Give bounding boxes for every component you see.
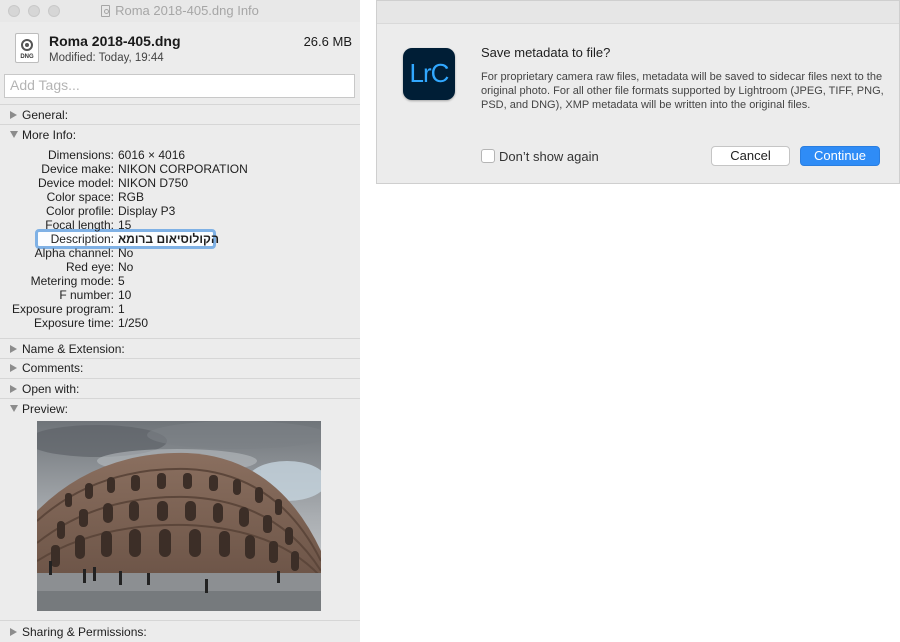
disclosure-triangle-icon[interactable] (10, 385, 17, 393)
info-row-f-number: F number: 10 (59, 288, 132, 302)
disclosure-triangle-icon[interactable] (10, 111, 17, 119)
modified-date: Modified: Today, 19:44 (49, 52, 164, 64)
info-row-device-model: Device model: NIKON D750 (37, 176, 189, 190)
dialog-title: Save metadata to file? (481, 45, 611, 60)
window-title: Roma 2018-405.dng Info (0, 3, 360, 18)
dont-show-again-label[interactable]: Don’t show again (499, 149, 599, 164)
info-row-exposure-time: Exposure time: 1/250 (33, 316, 149, 330)
document-icon (101, 5, 111, 17)
info-row-color-space: Color space: RGB (46, 190, 145, 204)
disclosure-triangle-open-icon[interactable] (10, 405, 18, 412)
save-metadata-dialog: LrC Save metadata to file? For proprieta… (376, 0, 900, 184)
disclosure-triangle-open-icon[interactable] (10, 131, 18, 138)
section-open-with[interactable]: Open with: (0, 378, 360, 399)
title-bar: Roma 2018-405.dng Info (0, 0, 360, 22)
section-preview-header[interactable]: Preview: (10, 402, 68, 416)
dont-show-again-checkbox[interactable] (481, 149, 495, 163)
info-row-alpha-channel: Alpha channel: No (34, 246, 134, 260)
disclosure-triangle-icon[interactable] (10, 345, 17, 353)
file-extension-label: DNG (20, 54, 34, 60)
section-more-info-header[interactable]: More Info: (10, 128, 76, 142)
section-general-header[interactable]: General: (10, 108, 68, 122)
description-field[interactable]: הקולוסיאום ברומא (118, 232, 219, 246)
info-row-metering-mode: Metering mode: 5 (30, 274, 125, 288)
colosseum-photo (37, 421, 321, 611)
section-name-extension-header[interactable]: Name & Extension: (10, 342, 125, 356)
info-row-focal-length: Focal length: 15 (45, 218, 132, 232)
info-row-dimensions: Dimensions: 6016 × 4016 (47, 148, 186, 162)
dng-file-icon: DNG (15, 33, 39, 63)
dialog-message: For proprietary camera raw files, metada… (481, 71, 884, 111)
section-general[interactable]: General: (0, 104, 360, 125)
file-size: 26.6 MB (303, 34, 352, 49)
section-comments[interactable]: Comments: (0, 358, 360, 379)
info-row-description: Description: הקולוסיאום ברומא (50, 232, 219, 246)
section-sharing-permissions[interactable]: Sharing & Permissions: (0, 620, 360, 642)
lightroom-classic-app-icon: LrC (403, 48, 455, 100)
file-name: Roma 2018-405.dng (49, 33, 181, 49)
tags-input[interactable]: Add Tags... (4, 74, 355, 98)
disclosure-triangle-icon[interactable] (10, 628, 17, 636)
info-row-exposure-program: Exposure program: 1 (11, 302, 125, 316)
continue-button[interactable]: Continue (800, 146, 880, 166)
section-sharing-permissions-header[interactable]: Sharing & Permissions: (10, 625, 147, 639)
disclosure-triangle-icon[interactable] (10, 364, 17, 372)
info-row-device-make: Device make: NIKON CORPORATION (41, 162, 248, 176)
get-info-window: Roma 2018-405.dng Info DNG Roma 2018-405… (0, 0, 360, 642)
section-name-extension[interactable]: Name & Extension: (0, 338, 360, 359)
section-comments-header[interactable]: Comments: (10, 361, 83, 375)
aperture-icon (21, 39, 33, 51)
section-open-with-header[interactable]: Open with: (10, 382, 79, 396)
cancel-button[interactable]: Cancel (711, 146, 790, 166)
preview-image (37, 421, 321, 611)
info-row-color-profile: Color profile: Display P3 (45, 204, 176, 218)
info-row-red-eye: Red eye: No (65, 260, 134, 274)
dialog-title-bar (377, 1, 899, 24)
